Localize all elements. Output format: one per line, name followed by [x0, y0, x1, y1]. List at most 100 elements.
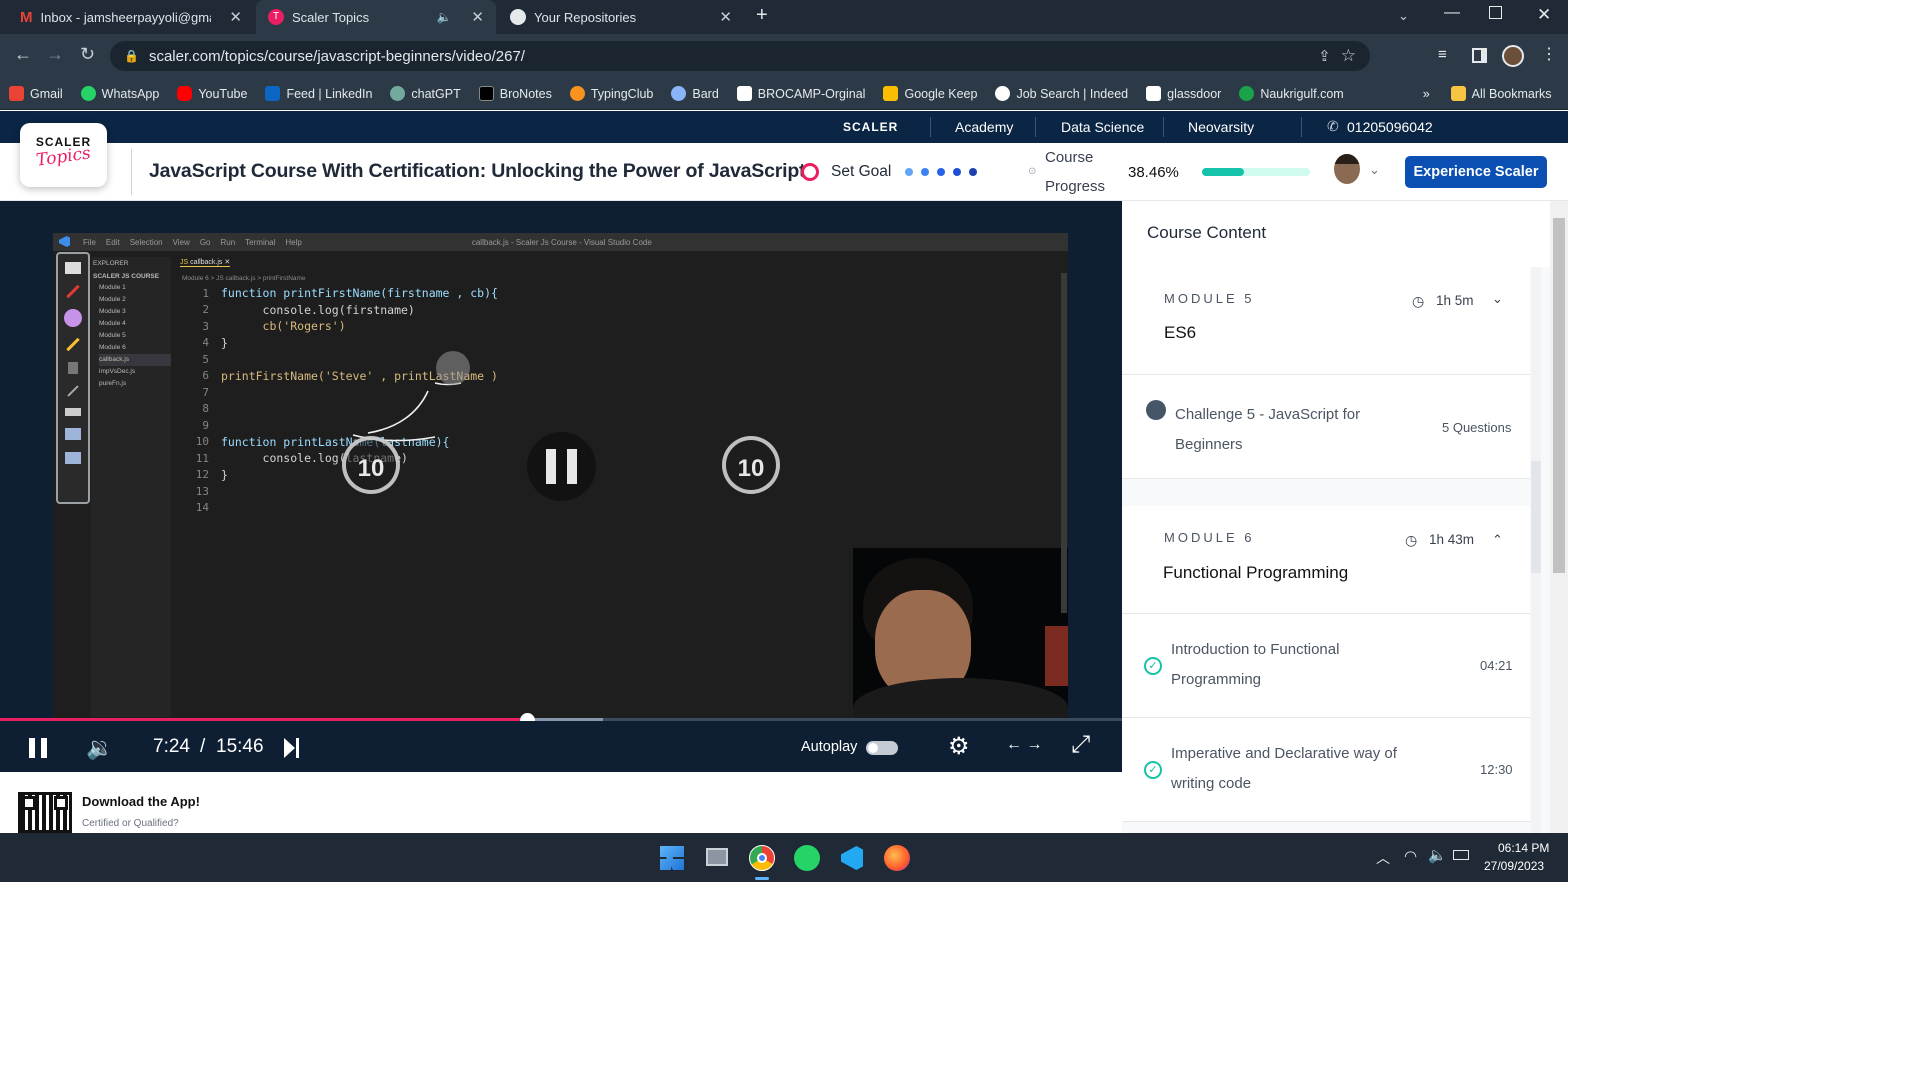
set-goal-button[interactable]: Set Goal	[831, 163, 891, 181]
lesson-item[interactable]: ✓ Introduction to Functional Programming…	[1122, 614, 1530, 718]
nav-neovarsity[interactable]: Neovarsity	[1188, 119, 1254, 135]
task-view-icon[interactable]	[706, 848, 728, 866]
minimize-icon[interactable]: —	[1444, 4, 1460, 22]
whatsapp-icon	[80, 86, 96, 101]
share-icon[interactable]: ⇪	[1318, 47, 1331, 65]
volume-icon[interactable]: 🔈	[1428, 846, 1447, 864]
page-scrollbar-thumb[interactable]	[1553, 218, 1565, 573]
divider	[131, 149, 132, 195]
volume-icon[interactable]: 🔉	[86, 735, 113, 761]
chevron-up-icon[interactable]: ⌃	[1492, 532, 1503, 548]
maximize-icon[interactable]	[1489, 6, 1502, 19]
nav-academy[interactable]: Academy	[955, 119, 1013, 135]
more-menu-icon[interactable]: ⋮	[1541, 44, 1557, 64]
chevron-down-icon[interactable]: ⌄	[1492, 291, 1503, 307]
lesson-duration: 04:21	[1480, 658, 1513, 673]
bookmark-youtube[interactable]: YouTube	[168, 86, 256, 101]
menu-item: Run	[220, 237, 236, 247]
more-bookmarks-icon[interactable]: »	[1423, 87, 1430, 101]
firefox-icon[interactable]	[884, 845, 910, 871]
nav-data-science[interactable]: Data Science	[1061, 119, 1144, 135]
bookmark-glassdoor[interactable]: glassdoor	[1137, 86, 1230, 101]
line-number: 6	[202, 369, 209, 383]
module-name: ES6	[1164, 323, 1197, 342]
whatsapp-icon[interactable]	[794, 845, 820, 871]
module-6-header[interactable]: MODULE 6 ◷ 1h 43m ⌃ Functional Programmi…	[1122, 506, 1530, 614]
forward-icon[interactable]: →	[46, 44, 64, 65]
tab-gmail[interactable]: M Inbox - jamsheerpayyoli@gmail. ✕	[8, 0, 254, 34]
settings-gear-icon[interactable]: ⚙	[948, 732, 970, 761]
star-icon[interactable]: ☆	[1341, 46, 1356, 66]
tab-repositories[interactable]: Your Repositories ✕	[498, 0, 744, 34]
clock-time[interactable]: 06:14 PM	[1498, 841, 1549, 855]
speaker-icon[interactable]: 🔈	[436, 10, 451, 24]
close-icon[interactable]: ✕	[229, 8, 242, 26]
bookmark-label: chatGPT	[411, 86, 461, 101]
bookmark-naukrigulf[interactable]: Naukrigulf.com	[1230, 86, 1352, 101]
tab-search-icon[interactable]: ⌄	[1398, 8, 1409, 24]
code-text: cb('Rogers')	[221, 319, 346, 334]
bookmark-typingclub[interactable]: TypingClub	[561, 86, 663, 101]
video-player[interactable]: File Edit Selection View Go Run Terminal…	[0, 201, 1122, 772]
back-icon[interactable]: ←	[14, 44, 32, 65]
bookmark-google-keep[interactable]: Google Keep	[874, 86, 986, 101]
presenter-webcam	[853, 548, 1068, 721]
completed-check-icon: ✓	[1144, 657, 1162, 675]
close-icon[interactable]: ✕	[471, 8, 484, 26]
bookmark-indeed[interactable]: Job Search | Indeed	[986, 86, 1137, 101]
module-5-header[interactable]: MODULE 5 ◷ 1h 5m ⌄ ES6	[1122, 267, 1530, 375]
tray-chevron-icon[interactable]: ︿	[1376, 848, 1390, 868]
chrome-icon[interactable]	[749, 845, 775, 871]
menu-item: Terminal	[245, 237, 276, 247]
chevron-down-icon[interactable]: ⌄	[1369, 162, 1380, 178]
line-number: 8	[202, 402, 209, 416]
profile-avatar[interactable]	[1502, 45, 1524, 67]
reload-icon[interactable]: ↻	[80, 44, 95, 65]
bookmark-linkedin[interactable]: Feed | LinkedIn	[256, 86, 381, 101]
bookmark-whatsapp[interactable]: WhatsApp	[72, 86, 169, 101]
phone-number[interactable]: 01205096042	[1347, 119, 1433, 135]
all-bookmarks[interactable]: All Bookmarks	[1442, 86, 1561, 101]
rewind-10-button[interactable]: 10	[342, 436, 400, 494]
scaler-brand-link[interactable]: SCALER	[843, 120, 898, 134]
media-control-icon[interactable]: ≡	[1438, 46, 1447, 63]
line-number: 7	[202, 385, 209, 399]
scaler-topics-logo[interactable]: SCALER Topics	[20, 123, 107, 187]
bookmark-bard[interactable]: Bard	[662, 86, 727, 101]
lesson-item[interactable]: ✓ Imperative and Declarative way of writ…	[1122, 718, 1530, 822]
battery-icon[interactable]	[1453, 850, 1469, 860]
pause-icon[interactable]	[29, 738, 35, 758]
challenge-item[interactable]: Challenge 5 - JavaScript for Beginners 5…	[1122, 375, 1530, 479]
clock-date[interactable]: 27/09/2023	[1484, 859, 1544, 873]
experience-scaler-button[interactable]: Experience Scaler	[1405, 156, 1547, 188]
vscode-icon[interactable]	[841, 846, 863, 870]
center-pause-button[interactable]	[527, 432, 596, 501]
bookmark-chatgpt[interactable]: chatGPT	[381, 86, 469, 101]
next-video-icon[interactable]	[284, 738, 295, 758]
tab-scaler-topics[interactable]: T Scaler Topics 🔈 ✕	[256, 0, 496, 34]
app-download-banner[interactable]: Download the App! Certified or Qualified…	[0, 772, 1122, 833]
new-tab-icon[interactable]: +	[756, 4, 768, 27]
side-panel-icon[interactable]	[1472, 48, 1487, 63]
bookmark-bronotes[interactable]: BroNotes	[470, 86, 561, 101]
explorer-root: SCALER JS COURSE	[93, 273, 160, 280]
bookmark-gmail[interactable]: Gmail	[0, 86, 72, 101]
forward-10-button[interactable]: 10	[722, 436, 780, 494]
close-icon[interactable]: ✕	[719, 8, 732, 26]
progress-info-icon: ⊙	[1028, 166, 1037, 177]
window-close-icon[interactable]: ✕	[1537, 5, 1551, 25]
wifi-icon[interactable]: ◠	[1404, 847, 1417, 865]
pointer-icon	[68, 362, 78, 374]
autoplay-toggle[interactable]	[866, 741, 898, 755]
whiteboard-icon	[65, 262, 81, 274]
bookmark-brocamp[interactable]: BROCAMP-Orginal	[728, 86, 875, 101]
theater-mode-icon[interactable]: ← →	[1006, 736, 1042, 754]
user-avatar[interactable]	[1334, 154, 1360, 184]
windows-start-icon[interactable]	[660, 846, 684, 870]
address-bar[interactable]: 🔒 scaler.com/topics/course/javascript-be…	[110, 41, 1370, 71]
fullscreen-icon[interactable]: ⤢	[1071, 731, 1090, 759]
pause-icon[interactable]	[41, 738, 47, 758]
list-scrollbar-thumb[interactable]	[1531, 461, 1541, 573]
target-icon	[801, 163, 819, 181]
module-duration: 1h 43m	[1429, 532, 1475, 547]
